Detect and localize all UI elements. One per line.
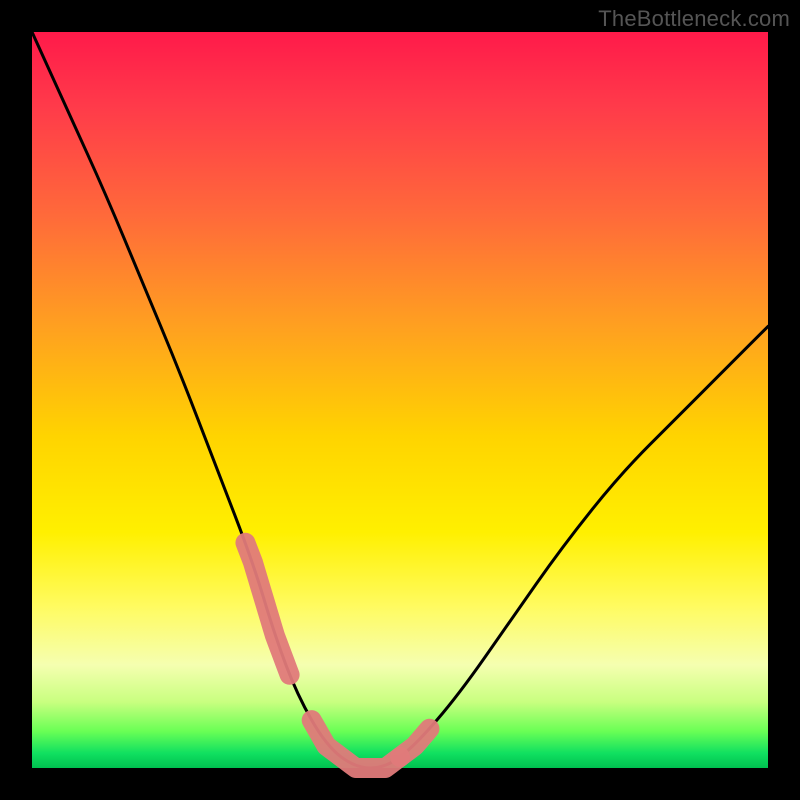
right-slope-marker xyxy=(400,729,429,757)
bottleneck-curve xyxy=(32,32,768,768)
highlight-markers xyxy=(245,543,429,768)
left-slope-marker xyxy=(245,543,289,675)
watermark-label: TheBottleneck.com xyxy=(598,6,790,32)
chart-frame: TheBottleneck.com xyxy=(0,0,800,800)
valley-floor-marker xyxy=(312,720,400,768)
plot-area xyxy=(32,32,768,768)
curve-svg xyxy=(32,32,768,768)
